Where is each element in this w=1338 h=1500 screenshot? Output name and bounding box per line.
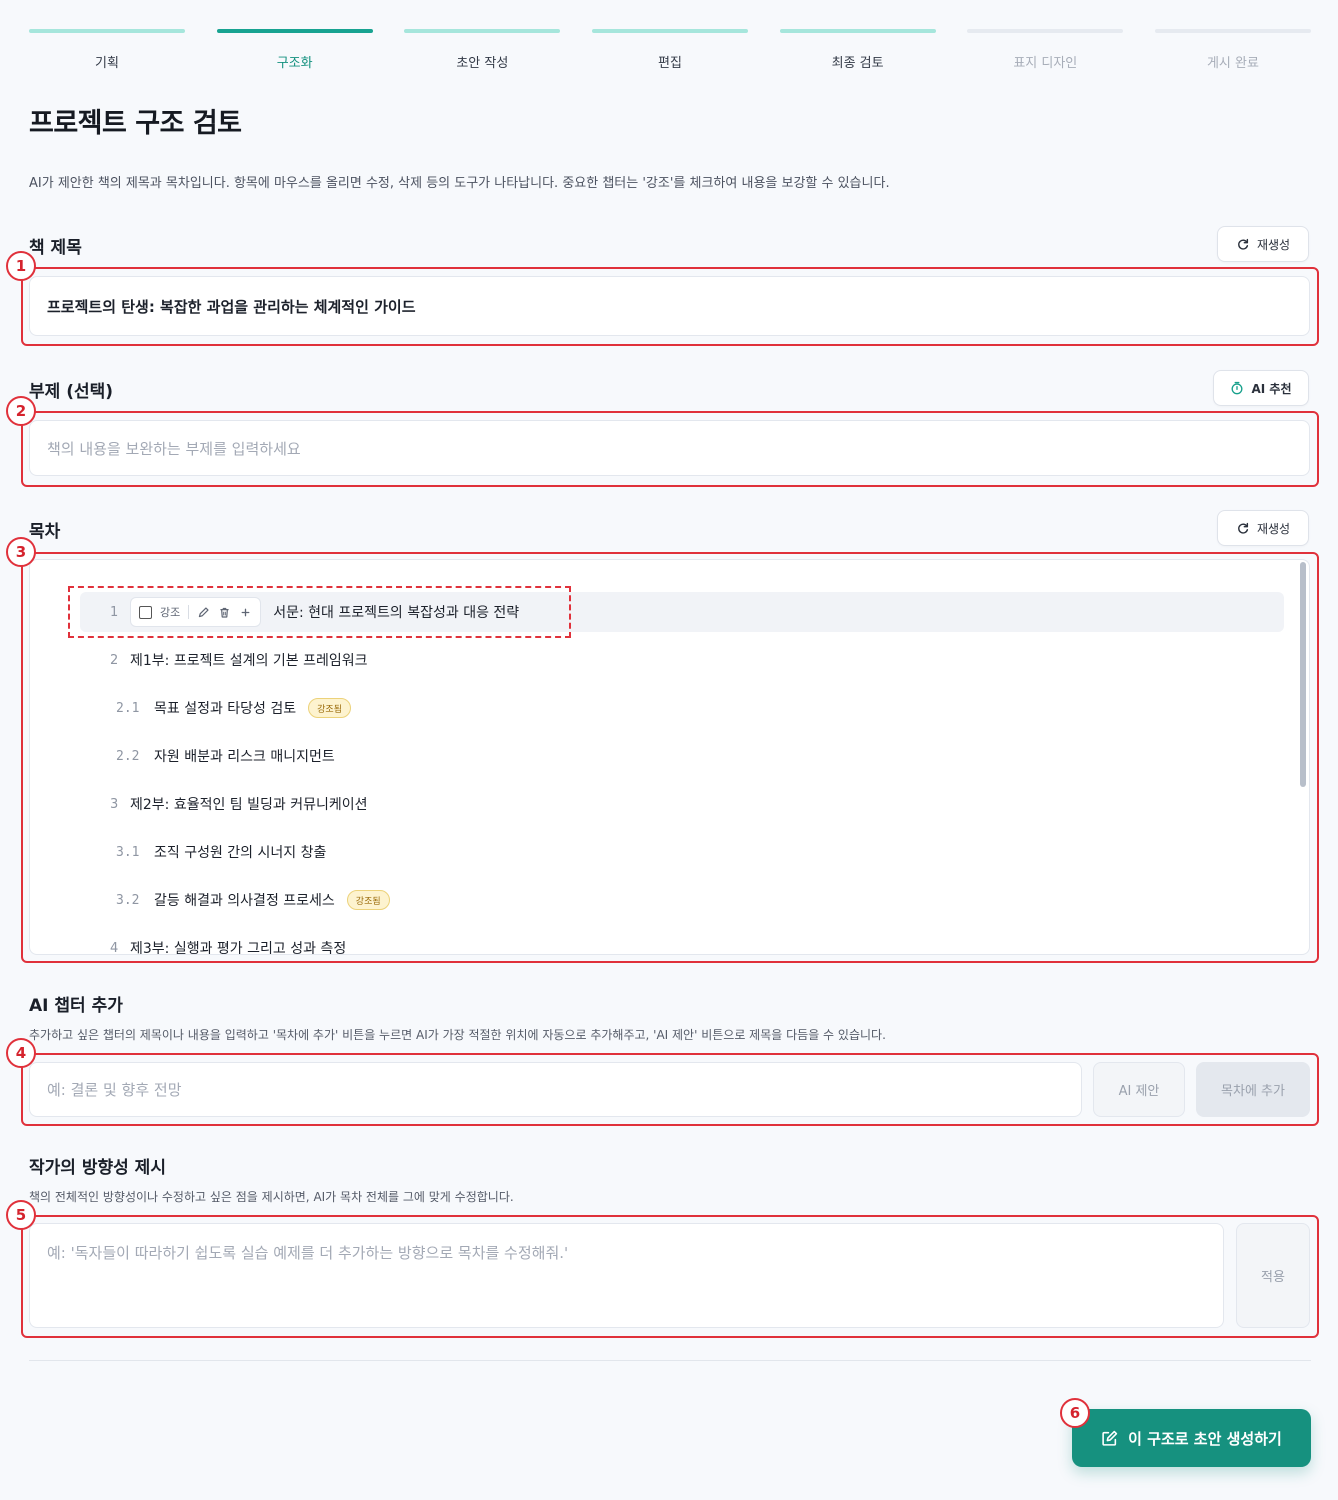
ai-recommend-button[interactable]: AI 추천 bbox=[1213, 370, 1309, 406]
ai-chapter-description: 추가하고 싶은 챕터의 제목이나 내용을 입력하고 '목차에 추가' 비튼을 누… bbox=[29, 1028, 886, 1042]
step-final-review[interactable]: 최종 검토 bbox=[779, 29, 936, 71]
toc-item[interactable]: 2.1 목표 설정과 타당성 검토 강조됨 bbox=[116, 688, 351, 728]
ai-spark-icon bbox=[1232, 381, 1243, 395]
step-bar bbox=[967, 29, 1124, 33]
subtitle-label: 부제 (선택) bbox=[29, 382, 114, 402]
toc-item[interactable]: 4 제3부: 실행과 평가 그리고 성과 측정 bbox=[110, 928, 346, 955]
toc-item-number: 3.1 bbox=[116, 844, 140, 860]
step-label: 초안 작성 bbox=[456, 56, 509, 71]
toc-item[interactable]: 2 제1부: 프로젝트 설계의 기본 프레임워크 bbox=[110, 640, 368, 680]
step-bar bbox=[29, 29, 185, 33]
hover-highlight-box bbox=[68, 586, 571, 638]
book-title-label: 책 제목 bbox=[29, 238, 82, 258]
regenerate-label: 재생성 bbox=[1256, 521, 1291, 536]
toc-item[interactable]: 3.1 조직 구성원 간의 시너지 창출 bbox=[116, 832, 326, 872]
emphasized-tag: 강조됨 bbox=[308, 698, 351, 718]
toc-item-number: 3 bbox=[110, 796, 119, 812]
progress-stepper: 기획 구조화 초안 작성 편집 최종 검토 표지 디자인 게시 완료 bbox=[29, 29, 1311, 71]
step-planning[interactable]: 기획 bbox=[29, 29, 185, 71]
annotation-badge-2: 2 bbox=[6, 396, 36, 426]
step-bar bbox=[216, 29, 373, 33]
regenerate-title-button[interactable]: 재생성 bbox=[1217, 226, 1309, 262]
step-label: 기획 bbox=[95, 56, 119, 71]
toc-item-title: 갈등 해결과 의사결정 프로세스 bbox=[154, 893, 335, 909]
step-structuring[interactable]: 구조화 bbox=[216, 29, 373, 71]
toc-item-title: 목표 설정과 타당성 검토 bbox=[154, 701, 297, 717]
toc-item-title: 조직 구성원 간의 시너지 창출 bbox=[154, 845, 327, 861]
annotation-badge-6: 6 bbox=[1060, 1398, 1090, 1428]
toc-item[interactable]: 2.2 자원 배분과 리스크 매니지먼트 bbox=[116, 736, 335, 776]
direction-description: 책의 전체적인 방향성이나 수정하고 싶은 점을 제시하면, AI가 목차 전체… bbox=[29, 1190, 514, 1204]
section-divider bbox=[29, 1360, 1311, 1361]
chapter-input[interactable]: 예: 결론 및 향후 전망 bbox=[29, 1062, 1082, 1117]
step-bar bbox=[779, 29, 936, 33]
annotation-badge-4: 4 bbox=[6, 1038, 36, 1068]
toc-item-title: 제1부: 프로젝트 설계의 기본 프레임워크 bbox=[130, 653, 368, 669]
generate-draft-button[interactable]: 이 구조로 초안 생성하기 bbox=[1072, 1409, 1311, 1467]
toc-scrollbar[interactable] bbox=[1300, 562, 1306, 952]
step-editing[interactable]: 편집 bbox=[591, 29, 748, 71]
direction-textarea[interactable]: 예: '독자들이 따라하기 쉽도록 실습 예제를 더 추가하는 방향으로 목차를… bbox=[29, 1223, 1224, 1328]
step-cover-design[interactable]: 표지 디자인 bbox=[967, 29, 1124, 71]
apply-button[interactable]: 적용 bbox=[1236, 1223, 1310, 1328]
toc-item-title: 제3부: 실행과 평가 그리고 성과 측정 bbox=[130, 941, 347, 955]
toc-item[interactable]: 3 제2부: 효율적인 팀 빌딩과 커뮤니케이션 bbox=[110, 784, 368, 824]
step-bar bbox=[591, 29, 748, 33]
step-bar bbox=[404, 29, 561, 33]
step-label: 편집 bbox=[658, 56, 682, 71]
page-title: 프로젝트 구조 검토 bbox=[29, 108, 242, 139]
regenerate-label: 재생성 bbox=[1256, 237, 1291, 252]
step-bar bbox=[1154, 29, 1311, 33]
toc-item-number: 2.2 bbox=[116, 748, 140, 764]
emphasized-tag: 강조됨 bbox=[346, 890, 390, 910]
page-description: AI가 제안한 책의 제목과 목차입니다. 항목에 마우스를 올리면 수정, 삭… bbox=[29, 176, 890, 191]
step-label: 구조화 bbox=[276, 56, 313, 71]
step-published[interactable]: 게시 완료 bbox=[1154, 29, 1311, 71]
step-drafting[interactable]: 초안 작성 bbox=[404, 29, 561, 71]
add-to-toc-button[interactable]: 목차에 추가 bbox=[1196, 1062, 1310, 1117]
step-label: 표지 디자인 bbox=[1013, 56, 1078, 71]
toc-scrollbar-thumb[interactable] bbox=[1300, 562, 1306, 787]
toc-item-number: 2.1 bbox=[116, 700, 140, 716]
toc-label: 목차 bbox=[29, 522, 61, 542]
direction-label: 작가의 방향성 제시 bbox=[29, 1158, 166, 1178]
refresh-icon bbox=[1238, 522, 1249, 534]
toc-item-number: 2 bbox=[110, 652, 119, 668]
ai-recommend-label: AI 추천 bbox=[1251, 381, 1292, 396]
subtitle-input[interactable]: 책의 내용을 보완하는 부제를 입력하세요 bbox=[29, 420, 1310, 476]
generate-draft-label: 이 구조로 초안 생성하기 bbox=[1128, 1429, 1282, 1448]
toc-item-number: 3.2 bbox=[116, 892, 140, 908]
annotation-badge-1: 1 bbox=[6, 251, 36, 281]
toc-item-title: 제2부: 효율적인 팀 빌딩과 커뮤니케이션 bbox=[130, 797, 368, 813]
refresh-icon bbox=[1238, 238, 1249, 250]
book-title-input[interactable]: 프로젝트의 탄생: 복잡한 과업을 관리하는 체계적인 가이드 bbox=[29, 276, 1310, 336]
ai-chapter-label: AI 챕터 추가 bbox=[29, 996, 123, 1016]
step-label: 최종 검토 bbox=[831, 56, 884, 71]
toc-item-number: 4 bbox=[110, 940, 119, 955]
step-label: 게시 완료 bbox=[1206, 56, 1259, 71]
annotation-badge-5: 5 bbox=[6, 1200, 36, 1230]
annotation-badge-3: 3 bbox=[6, 537, 36, 567]
toc-item-title: 자원 배분과 리스크 매니지먼트 bbox=[154, 749, 335, 765]
regenerate-toc-button[interactable]: 재생성 bbox=[1217, 510, 1309, 546]
edit-square-icon bbox=[1102, 1430, 1118, 1446]
toc-item[interactable]: 3.2 갈등 해결과 의사결정 프로세스 강조됨 bbox=[116, 880, 390, 920]
ai-suggest-button[interactable]: AI 제안 bbox=[1093, 1062, 1185, 1117]
